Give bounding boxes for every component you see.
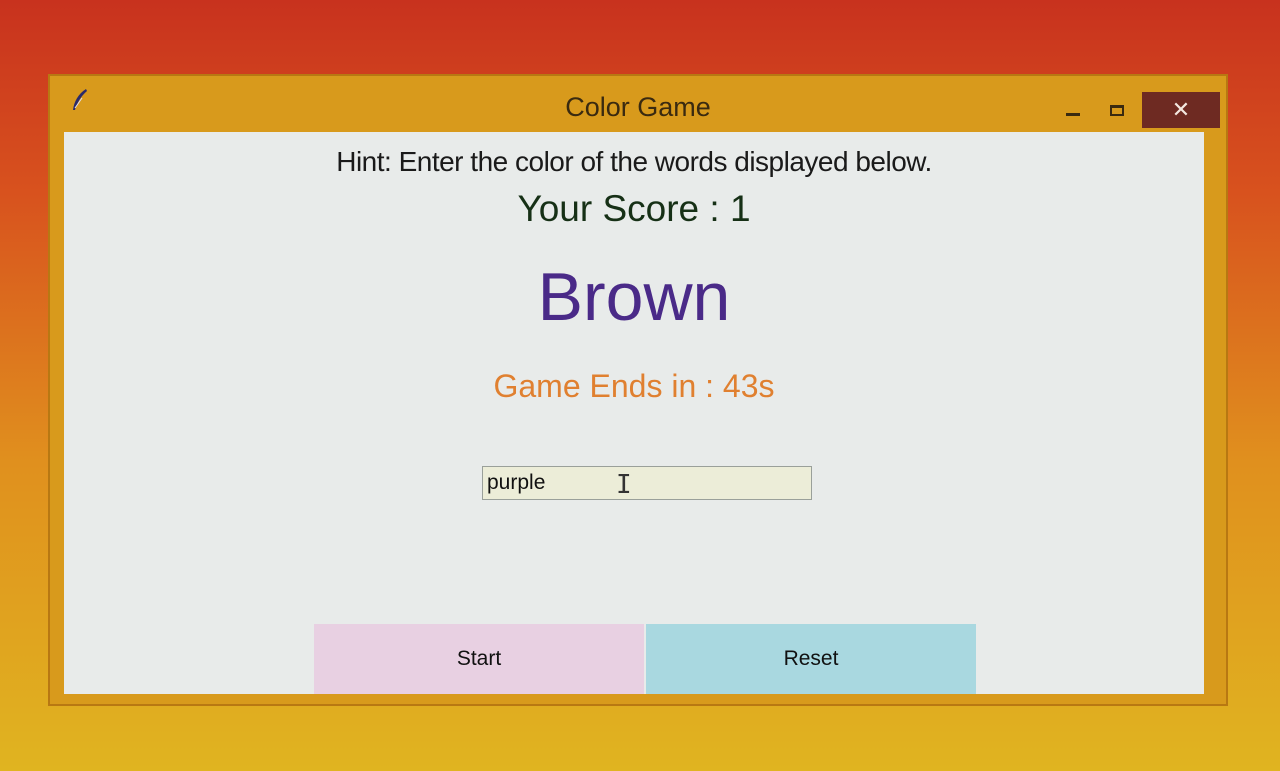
maximize-button[interactable] <box>1100 92 1134 128</box>
reset-button[interactable]: Reset <box>646 624 976 694</box>
minimize-icon <box>1066 112 1080 116</box>
score-label: Your Score : 1 <box>517 188 751 229</box>
color-word: Brown <box>537 259 731 335</box>
window-title: Color Game <box>565 92 711 122</box>
timer-label: Game Ends in : 43s <box>493 368 775 404</box>
hint-text: Hint: Enter the color of the words displ… <box>336 146 932 177</box>
maximize-icon <box>1110 104 1124 116</box>
start-button[interactable]: Start <box>314 624 644 694</box>
text-cursor-icon: I <box>616 470 632 500</box>
close-icon: ✕ <box>1171 97 1191 123</box>
close-button[interactable]: ✕ <box>1142 92 1220 128</box>
color-game-window: Color Game ✕ Hint: Enter the color of th… <box>48 74 1228 706</box>
color-input[interactable] <box>482 466 812 500</box>
game-panel: Hint: Enter the color of the words displ… <box>64 132 1204 694</box>
minimize-button[interactable] <box>1056 92 1090 128</box>
title-bar[interactable]: Color Game ✕ <box>50 76 1226 132</box>
